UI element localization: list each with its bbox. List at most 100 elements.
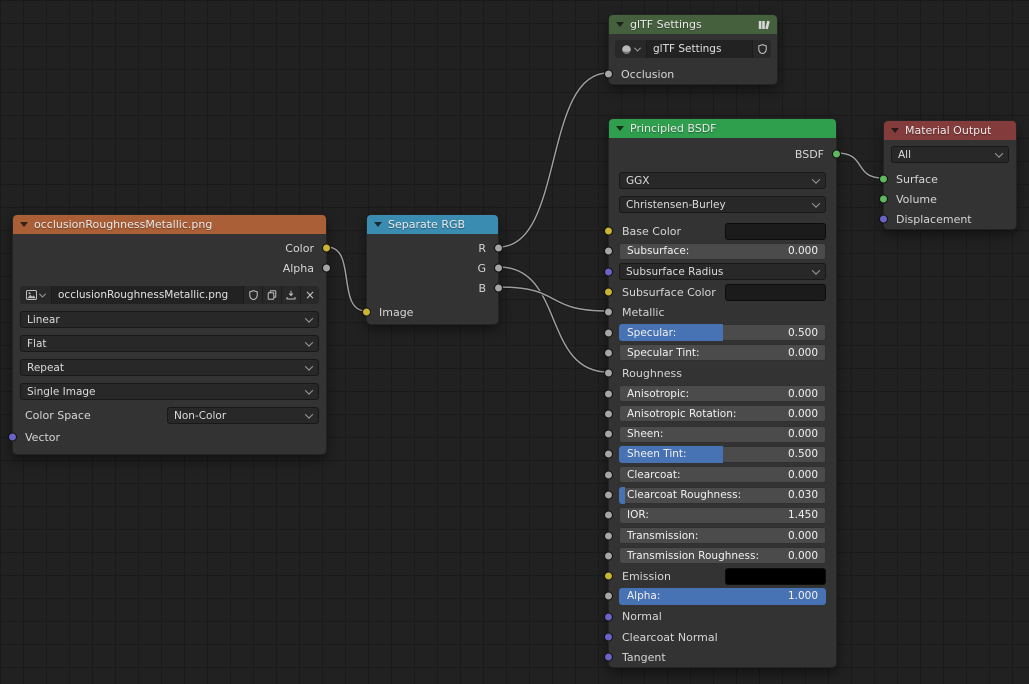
socket-label: Normal bbox=[619, 610, 662, 623]
normal-socket[interactable] bbox=[604, 612, 613, 621]
separate-rgb-node-header[interactable]: Separate RGB bbox=[367, 215, 498, 234]
anisotropic-rotation-socket[interactable] bbox=[604, 409, 613, 418]
browse-node-tree-button[interactable] bbox=[615, 40, 647, 58]
b-socket[interactable] bbox=[494, 284, 503, 293]
base-color-socket[interactable] bbox=[604, 227, 613, 236]
collapse-arrow-icon[interactable] bbox=[891, 128, 899, 133]
image-socket[interactable] bbox=[362, 308, 371, 317]
ior-slider[interactable]: IOR:1.450 bbox=[619, 507, 826, 524]
source-dropdown[interactable]: Single Image bbox=[20, 383, 319, 400]
fake-user-button[interactable] bbox=[752, 40, 771, 58]
principled-bsdf-node-header[interactable]: Principled BSDF bbox=[609, 119, 836, 138]
material-output-node-header[interactable]: Material Output bbox=[884, 121, 1016, 140]
browse-image-button[interactable] bbox=[20, 286, 52, 304]
socket-label: Base Color bbox=[619, 225, 725, 238]
close-icon: × bbox=[305, 289, 315, 301]
node-link-separate-rgb-g-to-principled-roughness[interactable] bbox=[499, 267, 608, 372]
clearcoat-socket[interactable] bbox=[604, 470, 613, 479]
roughness-socket[interactable] bbox=[604, 369, 613, 378]
target-value: All bbox=[898, 149, 911, 161]
displacement-socket[interactable] bbox=[879, 215, 888, 224]
node-title: Material Output bbox=[905, 124, 991, 137]
principled-row-base-color: Base Color bbox=[609, 221, 836, 241]
subsurface-method-dropdown[interactable]: Christensen-Burley bbox=[619, 196, 826, 213]
image-name-field[interactable]: occlusionRoughnessMetallic.png bbox=[52, 286, 243, 304]
specular-slider[interactable]: Specular:0.500 bbox=[619, 324, 826, 341]
node-link-image-texture-color-to-separate-rgb-image[interactable] bbox=[327, 247, 366, 311]
r-socket[interactable] bbox=[494, 244, 503, 253]
ior-socket[interactable] bbox=[604, 511, 613, 520]
sheen-socket[interactable] bbox=[604, 430, 613, 439]
clearcoat-roughness-slider[interactable]: Clearcoat Roughness:0.030 bbox=[619, 487, 826, 504]
principled-bsdf-node[interactable]: Principled BSDF BSDF GGX Christensen-Bur… bbox=[608, 118, 837, 668]
surface-socket[interactable] bbox=[879, 175, 888, 184]
output-alpha: Alpha bbox=[13, 258, 326, 278]
anisotropic-rotation-slider[interactable]: Anisotropic Rotation:0.000 bbox=[619, 405, 826, 422]
node-link-separate-rgb-b-to-principled-metallic[interactable] bbox=[499, 287, 608, 311]
input-vector: Vector bbox=[13, 427, 326, 447]
subsurface-radius-socket[interactable] bbox=[604, 267, 613, 276]
transmission-roughness-slider[interactable]: Transmission Roughness:0.000 bbox=[619, 547, 826, 564]
color-space-row: Color Space Non-Color bbox=[13, 407, 326, 424]
gltf-name-field[interactable]: glTF Settings bbox=[647, 40, 752, 58]
tangent-socket[interactable] bbox=[604, 653, 613, 662]
volume-socket[interactable] bbox=[879, 195, 888, 204]
projection-dropdown[interactable]: Flat bbox=[20, 335, 319, 352]
material-output-node[interactable]: Material Output All SurfaceVolumeDisplac… bbox=[883, 120, 1017, 230]
node-link-separate-rgb-r-to-gltf-settings-occlusion[interactable] bbox=[499, 73, 608, 247]
color-space-dropdown[interactable]: Non-Color bbox=[167, 407, 319, 424]
transmission-slider[interactable]: Transmission:0.000 bbox=[619, 527, 826, 544]
sheen-slider[interactable]: Sheen:0.000 bbox=[619, 426, 826, 443]
subsurface-color-swatch[interactable] bbox=[725, 284, 826, 301]
pack-image-button[interactable] bbox=[281, 286, 300, 304]
anisotropic-slider[interactable]: Anisotropic:0.000 bbox=[619, 385, 826, 402]
g-socket[interactable] bbox=[494, 264, 503, 273]
occlusion-socket[interactable] bbox=[604, 70, 613, 79]
alpha-socket[interactable] bbox=[322, 264, 331, 273]
principled-row-subsurface-color: Subsurface Color bbox=[609, 282, 836, 302]
transmission-socket[interactable] bbox=[604, 531, 613, 540]
collapse-arrow-icon[interactable] bbox=[374, 222, 382, 227]
bsdf-socket[interactable] bbox=[832, 150, 841, 159]
copy-datablock-button[interactable] bbox=[262, 286, 281, 304]
subsurface-radius-dropdown[interactable]: Subsurface Radius bbox=[619, 263, 826, 280]
alpha-slider[interactable]: Alpha:1.000 bbox=[619, 588, 826, 605]
image-texture-node[interactable]: occlusionRoughnessMetallic.png ColorAlph… bbox=[12, 214, 327, 455]
gltf-settings-node[interactable]: glTF Settings glTF Settings Occlusion bbox=[608, 14, 778, 85]
color-socket[interactable] bbox=[322, 244, 331, 253]
fake-user-button[interactable] bbox=[243, 286, 262, 304]
unlink-datablock-button[interactable]: × bbox=[300, 286, 319, 304]
clearcoat-roughness-socket[interactable] bbox=[604, 491, 613, 500]
collapse-arrow-icon[interactable] bbox=[616, 22, 624, 27]
emission-socket[interactable] bbox=[604, 572, 613, 581]
interpolation-dropdown[interactable]: Linear bbox=[20, 311, 319, 328]
subsurface-socket[interactable] bbox=[604, 247, 613, 256]
target-dropdown[interactable]: All bbox=[891, 146, 1009, 163]
clearcoat-normal-socket[interactable] bbox=[604, 633, 613, 642]
subsurface-color-socket[interactable] bbox=[604, 288, 613, 297]
image-texture-node-header[interactable]: occlusionRoughnessMetallic.png bbox=[13, 215, 326, 234]
transmission-roughness-socket[interactable] bbox=[604, 551, 613, 560]
sheen-tint-slider[interactable]: Sheen Tint:0.500 bbox=[619, 446, 826, 463]
base-color-swatch[interactable] bbox=[725, 223, 826, 240]
specular-tint-slider[interactable]: Specular Tint:0.000 bbox=[619, 344, 826, 361]
subsurface-slider[interactable]: Subsurface:0.000 bbox=[619, 243, 826, 260]
vector-socket[interactable] bbox=[8, 433, 17, 442]
collapse-arrow-icon[interactable] bbox=[20, 222, 28, 227]
separate-rgb-node[interactable]: Separate RGB RGB Image bbox=[366, 214, 499, 325]
alpha-socket[interactable] bbox=[604, 592, 613, 601]
node-editor-canvas[interactable]: occlusionRoughnessMetallic.png ColorAlph… bbox=[0, 0, 1029, 684]
collapse-arrow-icon[interactable] bbox=[616, 126, 624, 131]
node-link-principled-bsdf-to-material-output-surface[interactable] bbox=[837, 153, 883, 178]
specular-socket[interactable] bbox=[604, 328, 613, 337]
specular-tint-socket[interactable] bbox=[604, 348, 613, 357]
emission-swatch[interactable] bbox=[725, 568, 826, 585]
clearcoat-slider[interactable]: Clearcoat:0.000 bbox=[619, 466, 826, 483]
distribution-dropdown[interactable]: GGX bbox=[619, 172, 826, 189]
gltf-settings-node-header[interactable]: glTF Settings bbox=[609, 15, 777, 34]
anisotropic-socket[interactable] bbox=[604, 389, 613, 398]
chevron-down-icon bbox=[305, 362, 313, 370]
metallic-socket[interactable] bbox=[604, 308, 613, 317]
sheen-tint-socket[interactable] bbox=[604, 450, 613, 459]
extension-dropdown[interactable]: Repeat bbox=[20, 359, 319, 376]
